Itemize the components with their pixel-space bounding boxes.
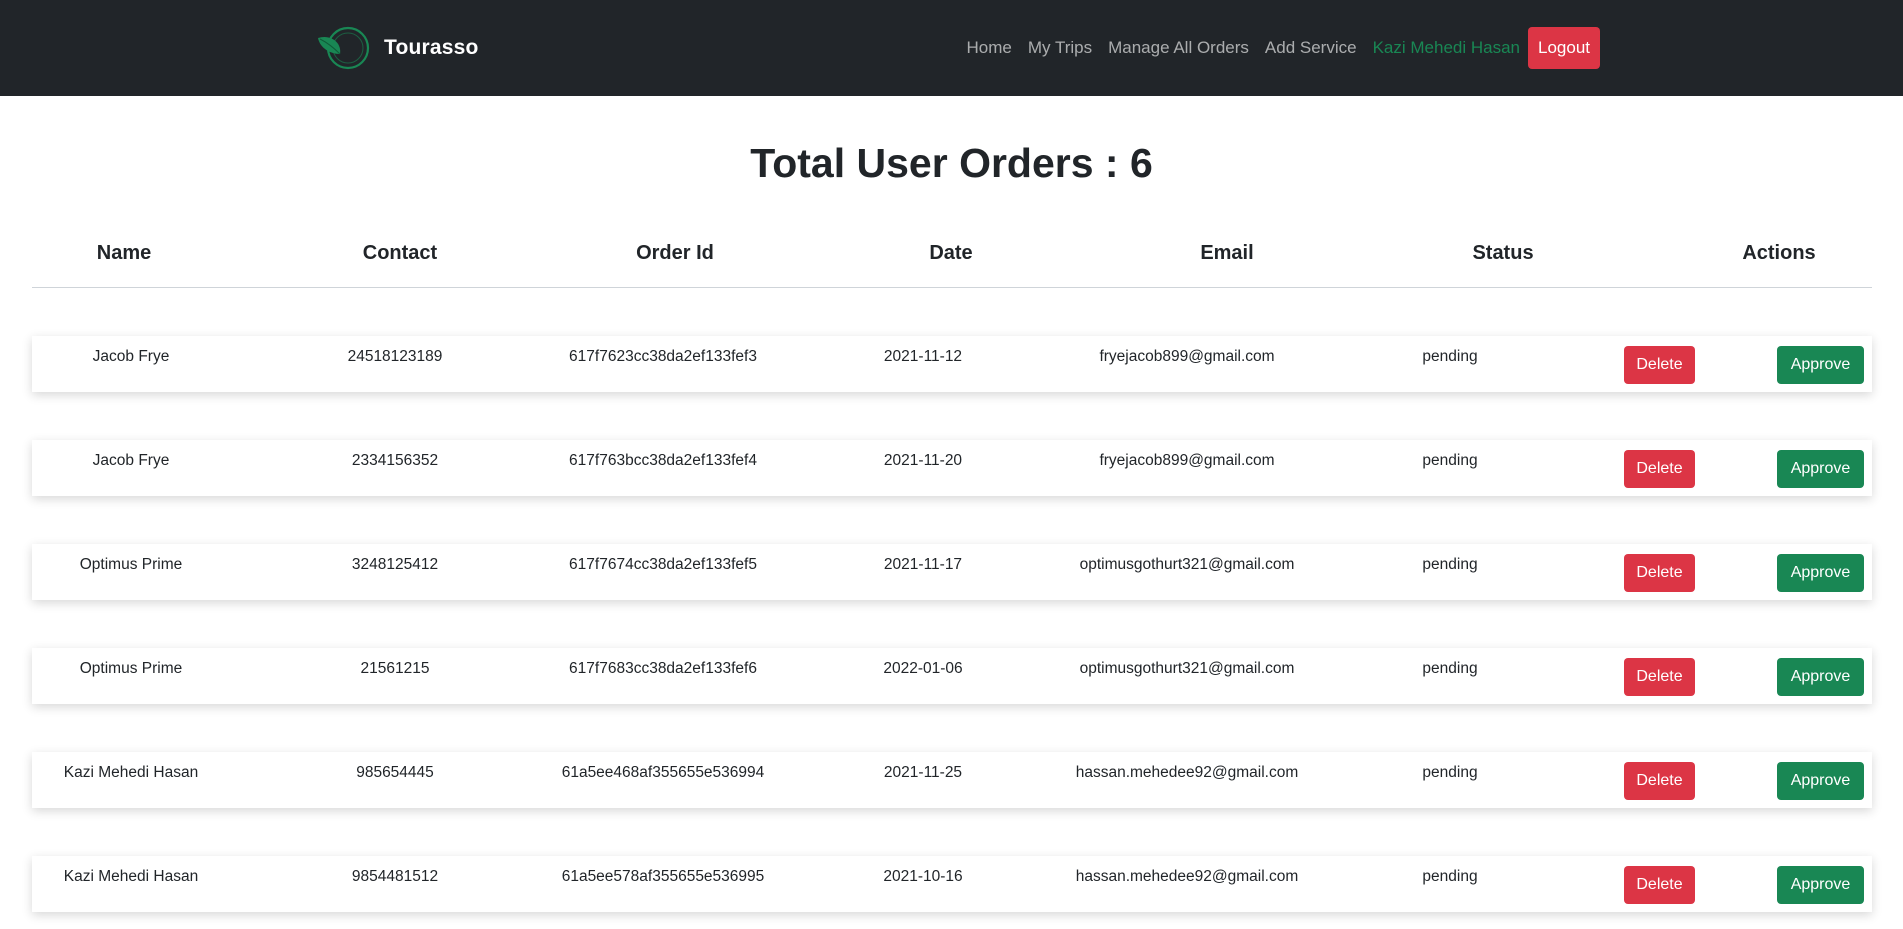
- table-row: Jacob Frye 2334156352 617f763bcc38da2ef1…: [32, 440, 1872, 496]
- approve-button[interactable]: Approve: [1777, 762, 1864, 800]
- delete-button[interactable]: Delete: [1624, 658, 1695, 696]
- leaf-circle-logo-icon: [318, 26, 370, 70]
- table-row: Kazi Mehedi Hasan 9854481512 61a5ee578af…: [32, 856, 1872, 912]
- brand-name: Tourasso: [384, 36, 479, 59]
- delete-button[interactable]: Delete: [1624, 762, 1695, 800]
- column-header-order-id: Order Id: [636, 242, 714, 264]
- column-header-actions: Actions: [1742, 242, 1816, 264]
- column-header-email: Email: [1200, 242, 1254, 264]
- approve-button[interactable]: Approve: [1777, 658, 1864, 696]
- cell-status: pending: [1422, 660, 1478, 677]
- cell-status: pending: [1422, 348, 1478, 365]
- nav-link-home[interactable]: Home: [967, 38, 1012, 58]
- table-row: Jacob Frye 24518123189 617f7623cc38da2ef…: [32, 336, 1872, 392]
- column-header-date: Date: [929, 242, 973, 264]
- table-row: Optimus Prime 3248125412 617f7674cc38da2…: [32, 544, 1872, 600]
- delete-button[interactable]: Delete: [1624, 554, 1695, 592]
- column-header-contact: Contact: [362, 242, 438, 264]
- nav-link-add-service[interactable]: Add Service: [1265, 38, 1357, 58]
- logout-button[interactable]: Logout: [1528, 27, 1600, 69]
- cell-status: pending: [1422, 556, 1478, 573]
- delete-button[interactable]: Delete: [1624, 450, 1695, 488]
- approve-button[interactable]: Approve: [1777, 450, 1864, 488]
- brand[interactable]: Tourasso: [316, 24, 479, 72]
- nav-links: Home My Trips Manage All Orders Add Serv…: [951, 27, 1600, 69]
- delete-button[interactable]: Delete: [1624, 346, 1695, 384]
- approve-button[interactable]: Approve: [1777, 346, 1864, 384]
- approve-button[interactable]: Approve: [1777, 554, 1864, 592]
- column-header-status: Status: [1472, 242, 1534, 264]
- cell-status: pending: [1422, 764, 1478, 781]
- approve-button[interactable]: Approve: [1777, 866, 1864, 904]
- nav-link-my-trips[interactable]: My Trips: [1028, 38, 1092, 58]
- table-row: Optimus Prime 21561215 617f7683cc38da2ef…: [32, 648, 1872, 704]
- cell-status: pending: [1422, 452, 1478, 469]
- top-navbar: Tourasso Home My Trips Manage All Orders…: [0, 0, 1903, 96]
- table-header: Name Contact Order Id Date Email Status …: [32, 226, 1872, 288]
- nav-user-name[interactable]: Kazi Mehedi Hasan: [1373, 38, 1520, 58]
- page-title: Total User Orders : 6: [750, 140, 1153, 186]
- delete-button[interactable]: Delete: [1624, 866, 1695, 904]
- table-row: Kazi Mehedi Hasan 985654445 61a5ee468af3…: [32, 752, 1872, 808]
- column-header-name: Name: [96, 242, 152, 264]
- nav-link-manage-all-orders[interactable]: Manage All Orders: [1108, 38, 1249, 58]
- cell-status: pending: [1422, 868, 1478, 885]
